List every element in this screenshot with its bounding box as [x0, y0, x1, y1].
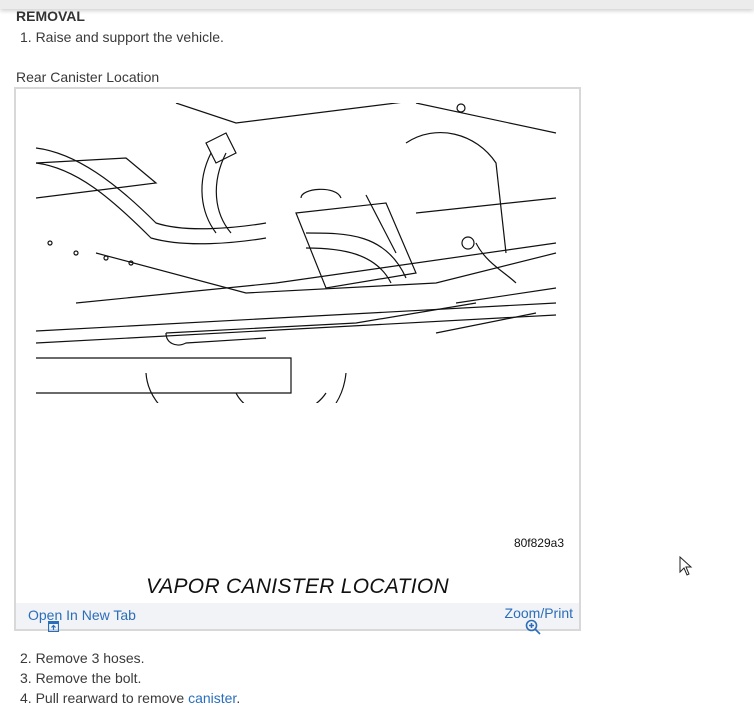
top-bar	[0, 0, 754, 9]
step-4: 4. Pull rearward to remove canister.	[20, 690, 240, 706]
open-new-tab-icon	[48, 621, 59, 632]
step-4-text: 4. Pull rearward to remove	[20, 690, 189, 706]
step-2: 2. Remove 3 hoses.	[20, 650, 145, 666]
vapor-canister-diagram[interactable]	[36, 103, 561, 403]
open-in-new-tab-link[interactable]: Open In New Tab	[28, 607, 136, 632]
figure-card: 80f829a3 VAPOR CANISTER LOCATION Open In…	[14, 87, 581, 635]
canister-link[interactable]: canister	[188, 690, 236, 706]
zoom-print-link[interactable]: Zoom/Print	[505, 605, 573, 635]
mouse-cursor-icon	[679, 556, 693, 576]
image-code: 80f829a3	[513, 536, 564, 550]
figure-caption: Rear Canister Location	[16, 69, 160, 85]
section-heading: REMOVAL	[16, 8, 85, 24]
zoom-in-icon	[525, 619, 541, 635]
step-4-suffix: .	[236, 690, 241, 706]
image-title: VAPOR CANISTER LOCATION	[146, 575, 449, 598]
open-in-new-tab-label: Open In New Tab	[28, 607, 136, 623]
figure-footer: Open In New Tab Zoom/Print	[16, 603, 579, 635]
step-1: 1. Raise and support the vehicle.	[20, 29, 224, 45]
step-3: 3. Remove the bolt.	[20, 670, 142, 686]
